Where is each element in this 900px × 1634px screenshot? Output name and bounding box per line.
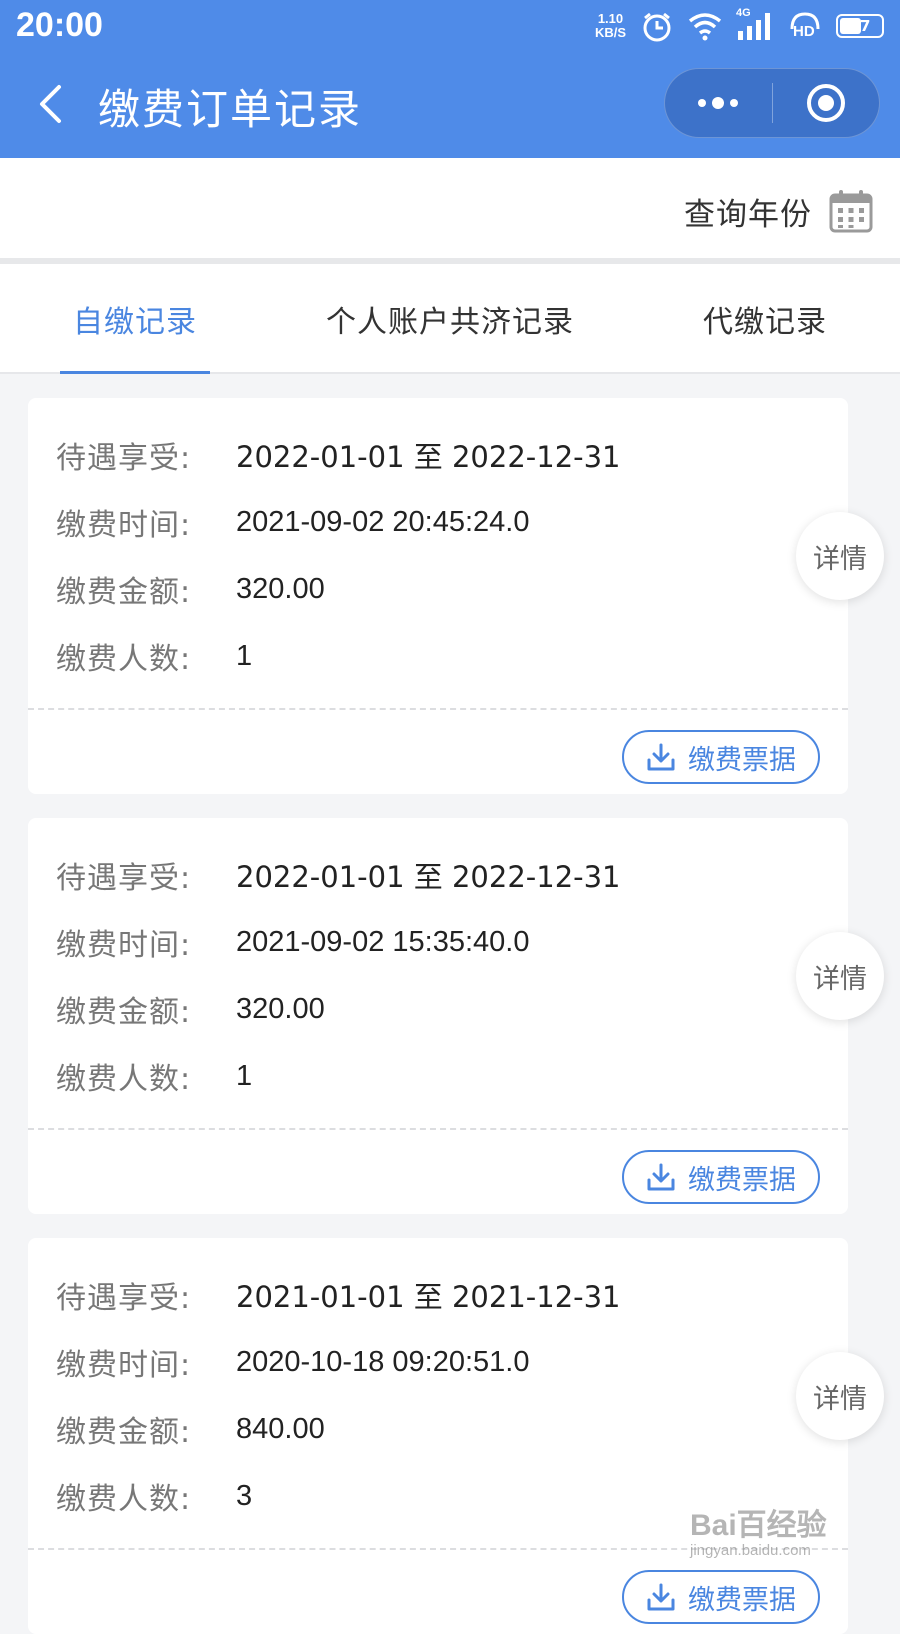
tab-proxy-payment[interactable]: 代缴记录: [690, 264, 840, 374]
record-time-row: 缴费时间: 2020-10-18 09:20:51.0: [56, 1342, 530, 1384]
count-value: 1: [236, 639, 253, 672]
receipt-label: 缴费票据: [688, 1584, 796, 1616]
period-label: 待遇享受:: [56, 861, 192, 896]
hd-headset-icon: HD: [788, 11, 822, 41]
count-label: 缴费人数:: [56, 1482, 192, 1517]
wifi-icon: [688, 11, 722, 41]
receipt-label: 缴费票据: [688, 744, 796, 776]
record-period-row: 待遇享受: 2021-01-01 至 2021-12-31: [56, 1275, 621, 1316]
record-amount-row: 缴费金额: 840.00: [56, 1409, 325, 1451]
more-dots-icon: [698, 97, 739, 109]
download-icon: [647, 743, 675, 771]
record-amount-row: 缴费金额: 320.00: [56, 989, 325, 1031]
amount-label: 缴费金额:: [56, 1415, 192, 1450]
download-receipt-button[interactable]: 缴费票据: [622, 1570, 820, 1624]
tab-label: 个人账户共济记录: [326, 305, 574, 340]
network-speed: 1.10 KB/S: [595, 12, 626, 40]
time-label: 缴费时间:: [56, 1348, 192, 1383]
signal-icon: 4G: [736, 7, 774, 41]
record-period-row: 待遇享受: 2022-01-01 至 2022-12-31: [56, 435, 621, 476]
amount-label: 缴费金额:: [56, 575, 192, 610]
chevron-left-icon: [40, 85, 61, 123]
amount-label: 缴费金额:: [56, 995, 192, 1030]
network-speed-unit: KB/S: [594, 25, 626, 40]
download-receipt-button[interactable]: 缴费票据: [622, 730, 820, 784]
amount-value: 840.00: [236, 1412, 325, 1445]
back-button[interactable]: [30, 80, 70, 128]
amount-value: 320.00: [236, 992, 325, 1025]
count-label: 缴费人数:: [56, 1062, 192, 1097]
count-value: 3: [236, 1479, 253, 1512]
time-label: 缴费时间:: [56, 508, 192, 543]
watermark-sub: jingyan.baidu.com: [690, 1542, 811, 1559]
download-icon: [647, 1583, 675, 1611]
tab-label: 自缴记录: [73, 305, 197, 340]
receipt-label: 缴费票据: [688, 1164, 796, 1196]
record-amount-row: 缴费金额: 320.00: [56, 569, 325, 611]
tab-self-payment[interactable]: 自缴记录: [60, 264, 210, 374]
hd-label: HD: [793, 23, 815, 40]
battery-level: 47: [849, 17, 871, 35]
query-year-button[interactable]: 查询年份: [684, 186, 874, 236]
payment-record-card: 待遇享受: 2022-01-01 至 2022-12-31 缴费时间: 2021…: [28, 818, 848, 1214]
mini-program-capsule: [664, 68, 880, 138]
app-header: 20:00 1.10 KB/S 4G HD 47 缴费订单记录: [0, 0, 900, 158]
amount-value: 320.00: [236, 572, 325, 605]
detail-button[interactable]: 详情: [796, 512, 884, 600]
time-value: 2021-09-02 20:45:24.0: [236, 505, 530, 538]
detail-button[interactable]: 详情: [796, 1352, 884, 1440]
record-count-row: 缴费人数: 3: [56, 1476, 253, 1518]
page-title: 缴费订单记录: [98, 85, 363, 134]
battery-icon: 47: [836, 14, 884, 38]
payment-record-card: 待遇享受: 2022-01-01 至 2022-12-31 缴费时间: 2021…: [28, 398, 848, 794]
count-label: 缴费人数:: [56, 642, 192, 677]
card-divider: [28, 1128, 848, 1130]
record-period-row: 待遇享受: 2022-01-01 至 2022-12-31: [56, 855, 621, 896]
status-icons: 1.10 KB/S 4G HD 47: [595, 7, 884, 44]
tab-label: 代缴记录: [703, 305, 827, 340]
calendar-icon: [829, 190, 873, 233]
tab-account-mutual-aid[interactable]: 个人账户共济记录: [316, 264, 584, 374]
query-bar: 查询年份: [0, 158, 900, 258]
alarm-icon: [640, 11, 674, 42]
network-type: 4G: [736, 7, 751, 19]
record-count-row: 缴费人数: 1: [56, 636, 253, 678]
period-label: 待遇享受:: [56, 441, 192, 476]
record-tabs: 自缴记录 个人账户共济记录 代缴记录: [0, 264, 900, 374]
record-count-row: 缴费人数: 1: [56, 1056, 253, 1098]
watermark-main: Bai百经验: [690, 1509, 827, 1542]
count-value: 1: [236, 1059, 253, 1092]
close-button[interactable]: [773, 69, 880, 137]
payment-record-card: 待遇享受: 2021-01-01 至 2021-12-31 缴费时间: 2020…: [28, 1238, 848, 1634]
time-value: 2020-10-18 09:20:51.0: [236, 1345, 530, 1378]
period-value: 2022-01-01 至 2022-12-31: [236, 860, 621, 894]
query-year-label: 查询年份: [684, 196, 812, 233]
time-label: 缴费时间:: [56, 928, 192, 963]
network-speed-value: 1.10: [597, 11, 624, 26]
period-value: 2021-01-01 至 2021-12-31: [236, 1280, 621, 1314]
more-button[interactable]: [665, 69, 772, 137]
record-time-row: 缴费时间: 2021-09-02 20:45:24.0: [56, 502, 530, 544]
baidu-jingyan-watermark: Bai百经验 jingyan.baidu.com: [690, 1500, 850, 1570]
detail-button[interactable]: 详情: [796, 932, 884, 1020]
card-divider: [28, 708, 848, 710]
download-icon: [647, 1163, 675, 1191]
time-value: 2021-09-02 15:35:40.0: [236, 925, 530, 958]
period-label: 待遇享受:: [56, 1281, 192, 1316]
download-receipt-button[interactable]: 缴费票据: [622, 1150, 820, 1204]
period-value: 2022-01-01 至 2022-12-31: [236, 440, 621, 474]
active-tab-indicator: [60, 371, 210, 374]
record-time-row: 缴费时间: 2021-09-02 15:35:40.0: [56, 922, 530, 964]
status-time: 20:00: [16, 6, 103, 44]
target-circle-icon: [806, 84, 845, 122]
